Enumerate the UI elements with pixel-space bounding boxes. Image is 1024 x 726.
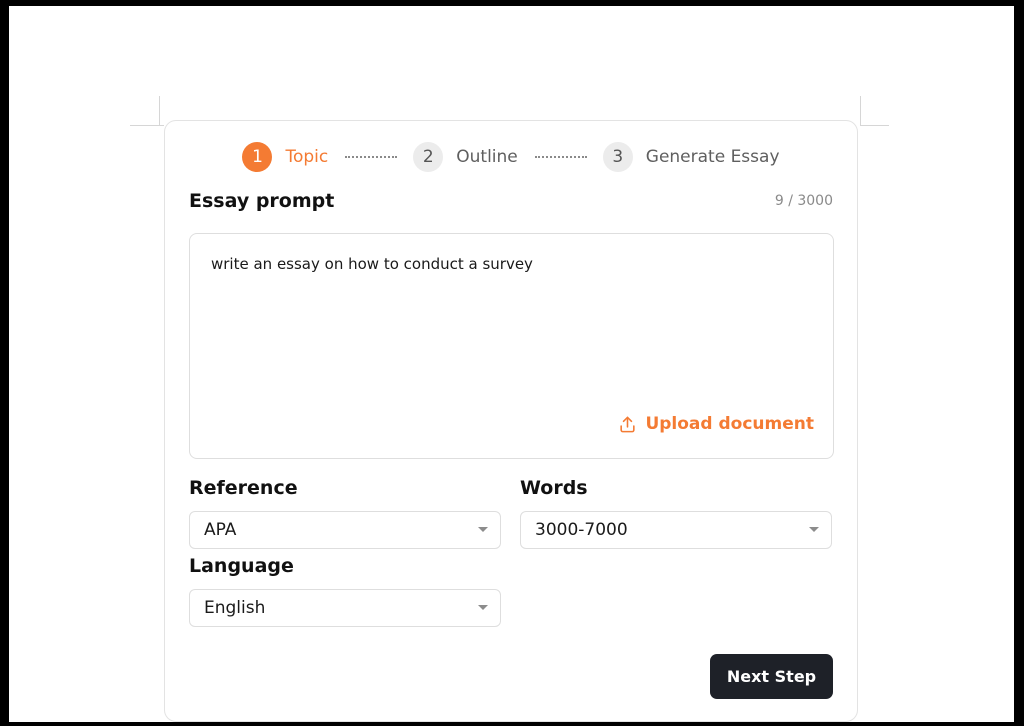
- guide-line: [861, 125, 889, 126]
- step-connector: [534, 156, 587, 158]
- step-label: Topic: [285, 147, 329, 167]
- words-value: 3000-7000: [535, 520, 628, 540]
- essay-prompt-input[interactable]: write an essay on how to conduct a surve…: [189, 233, 834, 459]
- words-label: Words: [520, 477, 588, 499]
- reference-label: Reference: [189, 477, 298, 499]
- language-select[interactable]: English: [189, 589, 501, 627]
- next-step-button[interactable]: Next Step: [710, 654, 833, 699]
- step-number: 3: [602, 142, 633, 172]
- essay-form-card: 1 Topic 2 Outline 3 Generate Essay Essay…: [164, 120, 858, 722]
- step-number: 1: [242, 142, 273, 172]
- character-counter: 9 / 3000: [774, 193, 833, 209]
- chevron-down-icon: [809, 527, 819, 532]
- step-topic[interactable]: 1 Topic: [242, 142, 328, 172]
- step-connector: [345, 156, 398, 158]
- guide-line: [159, 96, 160, 126]
- language-label: Language: [189, 555, 294, 577]
- upload-document-label: Upload document: [645, 414, 814, 434]
- essay-prompt-title: Essay prompt: [189, 190, 335, 212]
- page-background: 1 Topic 2 Outline 3 Generate Essay Essay…: [9, 6, 1014, 722]
- language-value: English: [204, 598, 266, 618]
- step-outline[interactable]: 2 Outline: [413, 142, 518, 172]
- reference-value: APA: [204, 520, 237, 540]
- step-number: 2: [413, 142, 444, 172]
- upload-icon: [620, 416, 636, 432]
- chevron-down-icon: [478, 605, 488, 610]
- essay-prompt-text[interactable]: write an essay on how to conduct a surve…: [211, 255, 533, 273]
- step-label: Generate Essay: [645, 147, 780, 167]
- step-label: Outline: [456, 147, 518, 167]
- reference-select[interactable]: APA: [189, 511, 501, 549]
- window-frame: 1 Topic 2 Outline 3 Generate Essay Essay…: [0, 0, 1024, 726]
- words-select[interactable]: 3000-7000: [520, 511, 832, 549]
- stepper: 1 Topic 2 Outline 3 Generate Essay: [165, 142, 857, 172]
- guide-line: [130, 125, 164, 126]
- guide-line: [860, 96, 861, 126]
- upload-document-button[interactable]: Upload document: [618, 414, 814, 434]
- step-generate-essay[interactable]: 3 Generate Essay: [602, 142, 780, 172]
- chevron-down-icon: [478, 527, 488, 532]
